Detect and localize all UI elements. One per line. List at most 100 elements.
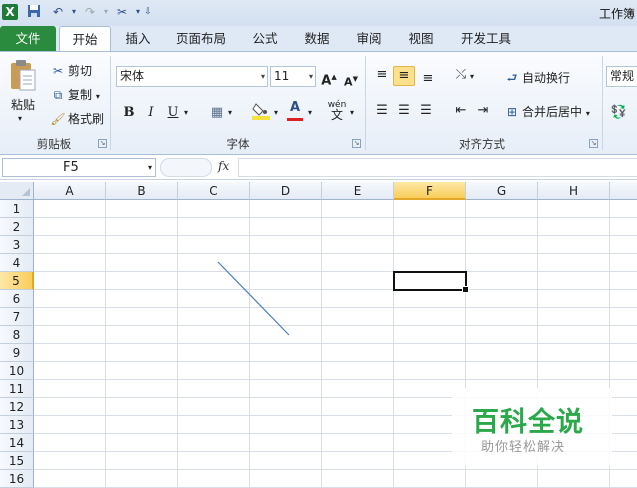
copy-dropdown-icon[interactable]: ▾	[96, 92, 100, 101]
column-header-b[interactable]: B	[106, 182, 178, 200]
row-header-7[interactable]: 7	[0, 308, 34, 326]
column-header-h[interactable]: H	[538, 182, 610, 200]
row-header-13[interactable]: 13	[0, 416, 34, 434]
watermark-subtitle: 助你轻松解决	[481, 440, 566, 455]
font-color-dropdown-icon[interactable]: ▾	[304, 102, 316, 124]
grow-font-icon: A	[321, 73, 332, 89]
tab-home[interactable]: 开始	[59, 26, 111, 51]
copy-icon: ⧉	[53, 88, 63, 102]
merge-dropdown-icon[interactable]: ▾	[586, 109, 590, 118]
accounting-format-icon[interactable]: 💱	[608, 102, 630, 124]
bold-button[interactable]: B	[118, 102, 140, 124]
shrink-font-button[interactable]: A▼	[340, 68, 362, 90]
row-header-5[interactable]: 5	[0, 272, 34, 290]
row-header-2[interactable]: 2	[0, 218, 34, 236]
row-header-11[interactable]: 11	[0, 380, 34, 398]
paste-dropdown-icon[interactable]: ▾	[18, 114, 22, 123]
align-left-icon[interactable]: ☰	[371, 100, 393, 122]
font-color-button[interactable]: A	[284, 98, 306, 121]
row-header-9[interactable]: 9	[0, 344, 34, 362]
column-header-f[interactable]: F	[394, 182, 466, 200]
row-header-14[interactable]: 14	[0, 434, 34, 452]
column-header-g[interactable]: G	[466, 182, 538, 200]
shrink-font-icon: A	[344, 75, 353, 89]
row-header-10[interactable]: 10	[0, 362, 34, 380]
undo-icon[interactable]: ↶	[50, 4, 66, 20]
align-bottom-icon[interactable]: ≡	[417, 68, 439, 90]
paste-icon[interactable]	[8, 58, 40, 98]
tab-formulas[interactable]: 公式	[245, 26, 285, 51]
grow-font-button[interactable]: A▲	[318, 66, 340, 88]
fill-color-button[interactable]	[250, 100, 272, 122]
orientation-dropdown-icon[interactable]: ▾	[466, 66, 478, 88]
formula-input[interactable]	[238, 158, 637, 177]
phonetic-dropdown-icon[interactable]: ▾	[346, 102, 358, 124]
cut-button[interactable]: ✂ 剪切	[50, 62, 92, 79]
column-header-a[interactable]: A	[34, 182, 106, 200]
row-header-1[interactable]: 1	[0, 200, 34, 218]
row-header-16[interactable]: 16	[0, 470, 34, 488]
row-header-3[interactable]: 3	[0, 236, 34, 254]
undo-dropdown-icon[interactable]: ▾	[66, 4, 82, 20]
column-header-partial[interactable]	[610, 182, 637, 200]
alignment-launcher-icon[interactable]: ↘	[589, 139, 598, 148]
tab-insert[interactable]: 插入	[118, 26, 158, 51]
decrease-indent-icon[interactable]: ⇤	[450, 100, 472, 122]
clipboard-launcher-icon[interactable]: ↘	[98, 139, 107, 148]
tab-data[interactable]: 数据	[297, 26, 337, 51]
redo-icon[interactable]: ↷	[82, 4, 98, 20]
formula-bar: F5 ▾ fx	[0, 156, 637, 180]
row-header-12[interactable]: 12	[0, 398, 34, 416]
insert-function-button[interactable]: fx	[218, 159, 229, 173]
align-right-icon[interactable]: ☰	[415, 100, 437, 122]
wrap-text-button[interactable]: ⮐ 自动换行	[504, 69, 570, 90]
fill-color-dropdown-icon[interactable]: ▾	[270, 102, 282, 124]
group-separator	[602, 56, 603, 150]
copy-button[interactable]: ⧉ 复制 ▾	[50, 86, 100, 103]
copy-label: 复制	[68, 88, 93, 102]
underline-dropdown-icon[interactable]: ▾	[180, 102, 192, 124]
font-name-combo[interactable]: 宋体 ▾	[116, 66, 268, 87]
ribbon-home: 粘贴 ▾ ✂ 剪切 ⧉ 复制 ▾ 🖌 格式刷 剪贴板 ↘ 宋体 ▾ 11 ▾ A▲ A▼ …	[0, 51, 637, 155]
font-group-label: 字体	[226, 137, 250, 151]
font-launcher-icon[interactable]: ↘	[352, 139, 361, 148]
align-top-icon[interactable]: ≡	[371, 64, 393, 86]
tab-developer[interactable]: 开发工具	[455, 26, 517, 51]
quick-access-toolbar: X ↶ ▾ ↷ ▾ ✂ ▾ ⇩ 工作簿	[0, 0, 637, 26]
align-center-icon[interactable]: ☰	[393, 100, 415, 122]
excel-logo-icon[interactable]: X	[2, 4, 18, 20]
customize-icon[interactable]: ✂	[114, 4, 130, 20]
ribbon-tabs: 文件 开始 插入 页面布局 公式 数据 审阅 视图 开发工具	[0, 26, 637, 51]
font-size-combo[interactable]: 11 ▾	[270, 66, 316, 87]
phonetic-button[interactable]: wén 文	[326, 100, 348, 122]
redo-dropdown-icon[interactable]: ▾	[98, 4, 114, 20]
format-painter-label: 格式刷	[68, 112, 105, 126]
column-header-e[interactable]: E	[322, 182, 394, 200]
row-header-15[interactable]: 15	[0, 452, 34, 470]
format-painter-button[interactable]: 🖌 格式刷	[50, 110, 104, 127]
qat-more-icon[interactable]: ⇩	[140, 4, 156, 20]
save-icon[interactable]	[26, 4, 42, 20]
increase-indent-icon[interactable]: ⇥	[472, 100, 494, 122]
number-format-combo[interactable]: 常规	[606, 66, 637, 87]
font-color-icon: A	[289, 100, 301, 115]
row-header-6[interactable]: 6	[0, 290, 34, 308]
tab-view[interactable]: 视图	[401, 26, 441, 51]
align-middle-icon[interactable]: ≡	[393, 66, 415, 86]
column-header-d[interactable]: D	[250, 182, 322, 200]
wrap-text-icon: ⮐	[506, 71, 518, 85]
chevron-down-icon: ▾	[308, 72, 313, 81]
row-header-4[interactable]: 4	[0, 254, 34, 272]
name-box[interactable]: F5 ▾	[2, 158, 156, 177]
tab-file[interactable]: 文件	[0, 26, 56, 51]
tab-page-layout[interactable]: 页面布局	[170, 26, 232, 51]
merge-center-button[interactable]: ⊞ 合并后居中 ▾	[504, 103, 590, 120]
tab-review[interactable]: 审阅	[349, 26, 389, 51]
italic-button[interactable]: I	[140, 102, 162, 124]
active-cell-f5[interactable]	[393, 271, 469, 293]
cut-label: 剪切	[68, 64, 93, 78]
column-header-c[interactable]: C	[178, 182, 250, 200]
paste-button[interactable]: 粘贴	[11, 96, 35, 113]
row-header-8[interactable]: 8	[0, 326, 34, 344]
borders-dropdown-icon[interactable]: ▾	[224, 102, 236, 124]
